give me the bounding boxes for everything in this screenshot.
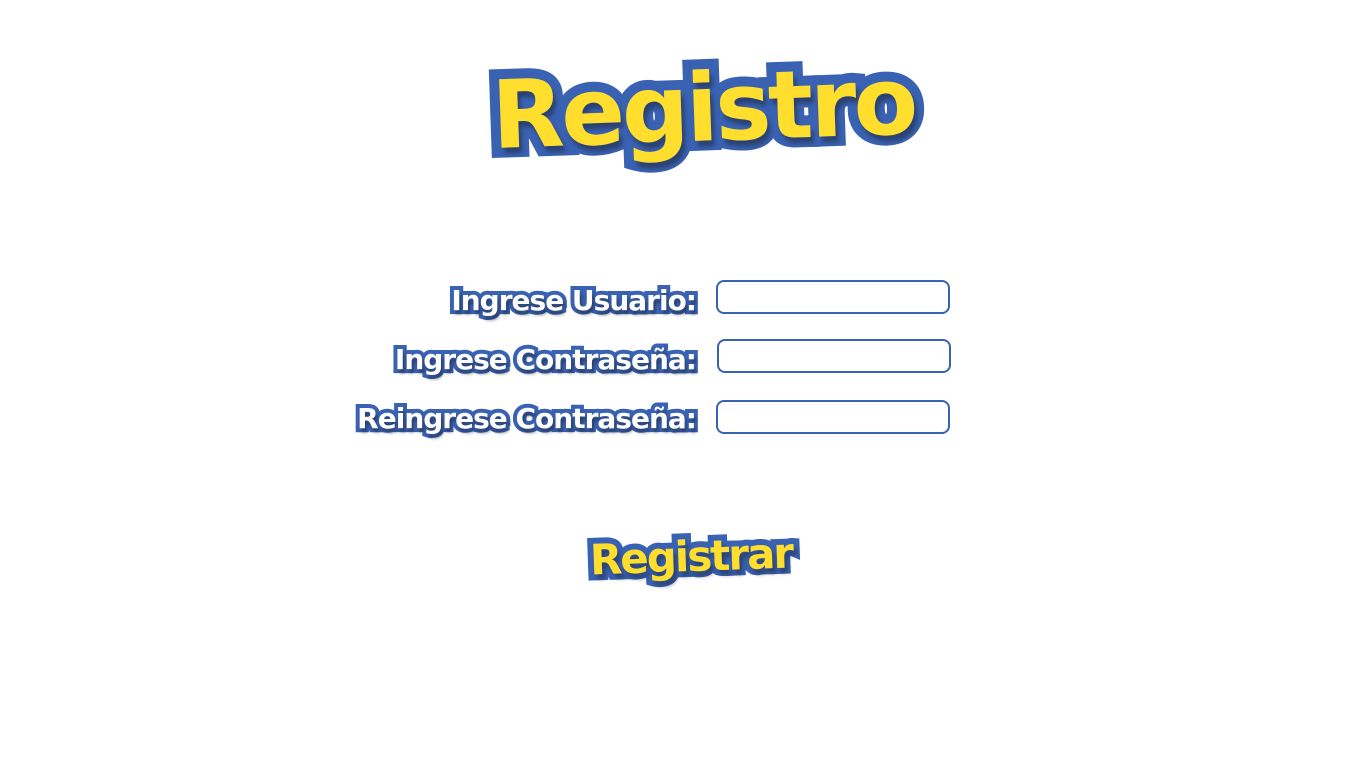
confirm-password-field[interactable]: [716, 400, 950, 434]
password-label: Ingrese Contraseña:: [391, 339, 701, 380]
confirm-password-row: Reingrese Contraseña:: [340, 398, 960, 444]
page-title: Registro: [480, 37, 927, 181]
confirm-password-label: Reingrese Contraseña:: [353, 398, 701, 439]
username-label: Ingrese Usuario:: [447, 280, 701, 321]
password-row: Ingrese Contraseña:: [340, 339, 960, 385]
registration-page: Registro Ingrese Usuario: Ingrese Contra…: [0, 0, 1366, 768]
password-field[interactable]: [717, 339, 951, 373]
username-row: Ingrese Usuario:: [340, 280, 960, 326]
register-button[interactable]: Registrar: [576, 506, 805, 608]
username-field[interactable]: [716, 280, 950, 314]
